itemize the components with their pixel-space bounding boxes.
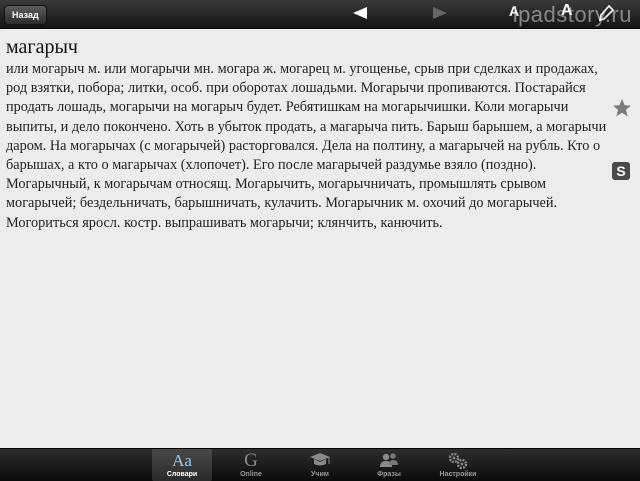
top-toolbar: Назад A A ipadstory.ru (0, 0, 640, 29)
dictionary-entry: магарыч или могарыч м. или могарычи мн. … (6, 36, 612, 233)
bottom-tab-bar: Aa Словари G Online Учим Фразы Настройки (0, 448, 640, 481)
entry-title: магарыч (6, 36, 78, 58)
tab-settings[interactable]: Настройки (428, 449, 488, 481)
people-icon (359, 452, 419, 470)
tab-learn[interactable]: Учим (290, 449, 350, 481)
star-favorite-icon[interactable] (612, 98, 632, 123)
tab-online[interactable]: G Online (221, 449, 281, 481)
back-button[interactable]: Назад (4, 5, 47, 25)
tab-phrases[interactable]: Фразы (359, 449, 419, 481)
gears-icon (428, 452, 488, 470)
previous-arrow-icon[interactable] (352, 6, 368, 25)
watermark: ipadstory.ru (512, 2, 632, 27)
online-g-icon: G (244, 450, 258, 471)
next-arrow-icon[interactable] (432, 6, 448, 25)
tab-dictionaries[interactable]: Aa Словари (152, 449, 212, 481)
dictionaries-icon: Aa (172, 451, 192, 470)
graduation-cap-icon (290, 452, 350, 470)
source-badge-icon[interactable]: S (612, 162, 630, 180)
entry-definition: или могарыч м. или могарычи мн. могара ж… (6, 61, 607, 231)
